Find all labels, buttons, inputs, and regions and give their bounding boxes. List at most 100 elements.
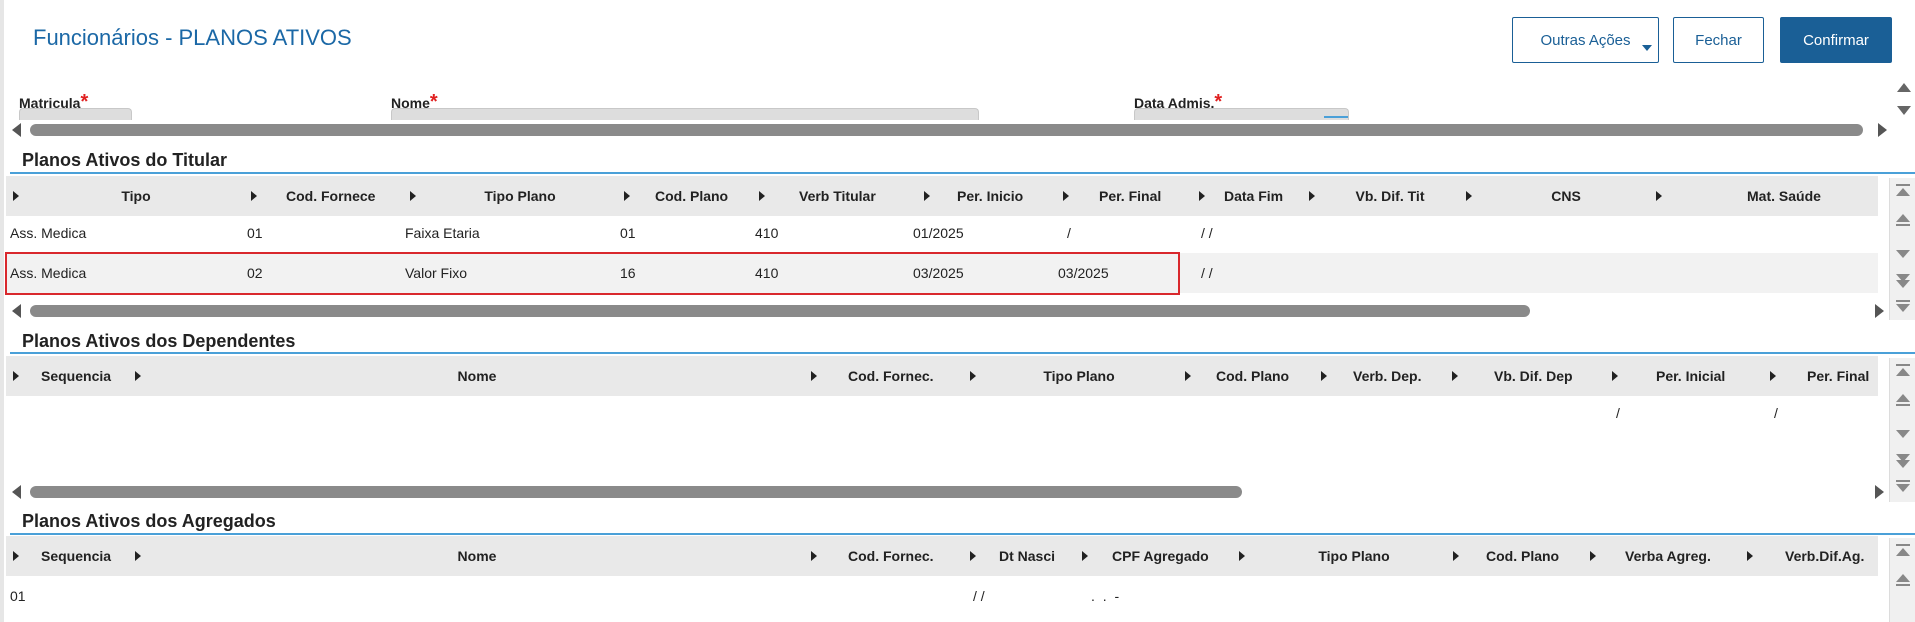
col-vb-dif-dep[interactable]: Vb. Dif. Dep bbox=[1494, 356, 1573, 396]
scroll-left-icon[interactable] bbox=[12, 485, 21, 499]
scroll-up-icon[interactable] bbox=[1897, 83, 1911, 92]
col-cod-fornec[interactable]: Cod. Fornec. bbox=[848, 356, 934, 396]
agregados-vscrollbar[interactable] bbox=[1889, 538, 1915, 622]
cell-per-final: / bbox=[1774, 405, 1778, 421]
scroll-bottom-icon[interactable] bbox=[1890, 296, 1915, 320]
scroll-up-icon[interactable] bbox=[1890, 386, 1915, 410]
col-tipo-plano[interactable]: Tipo Plano bbox=[484, 176, 555, 216]
confirm-button[interactable]: Confirmar bbox=[1780, 17, 1892, 63]
col-cns[interactable]: CNS bbox=[1551, 176, 1581, 216]
titular-hscrollbar[interactable] bbox=[30, 304, 1875, 318]
scroll-left-icon[interactable] bbox=[12, 304, 21, 318]
form-hscroll-thumb[interactable] bbox=[30, 124, 1863, 136]
cell-dt-nasci: / / bbox=[973, 588, 985, 604]
column-sort-icon[interactable] bbox=[251, 191, 257, 201]
column-sort-icon[interactable] bbox=[811, 551, 817, 561]
column-sort-icon[interactable] bbox=[1063, 191, 1069, 201]
column-sort-icon[interactable] bbox=[135, 551, 141, 561]
dependentes-vscrollbar[interactable] bbox=[1889, 358, 1915, 502]
col-vb-dif-tit[interactable]: Vb. Dif. Tit bbox=[1356, 176, 1425, 216]
close-button[interactable]: Fechar bbox=[1673, 17, 1764, 63]
column-sort-icon[interactable] bbox=[1082, 551, 1088, 561]
column-sort-icon[interactable] bbox=[1453, 551, 1459, 561]
column-sort-icon[interactable] bbox=[1199, 191, 1205, 201]
col-verb-titular[interactable]: Verb Titular bbox=[799, 176, 876, 216]
table-row[interactable]: / / bbox=[6, 393, 1878, 433]
col-cod-plano[interactable]: Cod. Plano bbox=[1216, 356, 1289, 396]
col-cod-plano[interactable]: Cod. Plano bbox=[1486, 536, 1559, 576]
dependentes-hscrollbar[interactable] bbox=[30, 485, 1875, 499]
scroll-bottom-icon[interactable] bbox=[1890, 450, 1915, 474]
col-tipo[interactable]: Tipo bbox=[121, 176, 150, 216]
col-cod-plano[interactable]: Cod. Plano bbox=[655, 176, 728, 216]
col-tipo-plano[interactable]: Tipo Plano bbox=[1043, 356, 1114, 396]
column-sort-icon[interactable] bbox=[1309, 191, 1315, 201]
col-cpf-agregado[interactable]: CPF Agregado bbox=[1112, 536, 1209, 576]
data-admis-field[interactable] bbox=[1134, 108, 1349, 120]
column-sort-icon[interactable] bbox=[1656, 191, 1662, 201]
scroll-top-icon[interactable] bbox=[1890, 538, 1915, 562]
column-sort-icon[interactable] bbox=[1612, 371, 1618, 381]
col-per-final[interactable]: Per. Final bbox=[1099, 176, 1161, 216]
column-sort-icon[interactable] bbox=[13, 551, 19, 561]
scroll-down-icon[interactable] bbox=[1890, 242, 1915, 266]
scroll-right-icon[interactable] bbox=[1875, 485, 1884, 499]
scroll-top-icon[interactable] bbox=[1890, 358, 1915, 382]
column-sort-icon[interactable] bbox=[759, 191, 765, 201]
column-sort-icon[interactable] bbox=[1239, 551, 1245, 561]
col-per-inicial[interactable]: Per. Inicial bbox=[1656, 356, 1725, 396]
scroll-up-icon[interactable] bbox=[1890, 566, 1915, 590]
titular-hscroll-thumb[interactable] bbox=[30, 305, 1530, 317]
table-row[interactable]: Ass. Medica 01 Faixa Etaria 01 410 01/20… bbox=[6, 213, 1878, 253]
column-sort-icon[interactable] bbox=[410, 191, 416, 201]
column-sort-icon[interactable] bbox=[13, 371, 19, 381]
column-sort-icon[interactable] bbox=[924, 191, 930, 201]
col-sequencia[interactable]: Sequencia bbox=[41, 356, 111, 396]
column-sort-icon[interactable] bbox=[135, 371, 141, 381]
scroll-down-icon[interactable] bbox=[1897, 106, 1911, 115]
col-verba-agreg[interactable]: Verba Agreg. bbox=[1625, 536, 1711, 576]
scroll-bottom-icon[interactable] bbox=[1890, 476, 1915, 500]
col-per-inicio[interactable]: Per. Inicio bbox=[957, 176, 1023, 216]
col-verb-dep[interactable]: Verb. Dep. bbox=[1353, 356, 1421, 396]
column-sort-icon[interactable] bbox=[811, 371, 817, 381]
column-sort-icon[interactable] bbox=[1590, 551, 1596, 561]
nome-field[interactable] bbox=[391, 108, 979, 120]
scroll-up-icon[interactable] bbox=[1890, 206, 1915, 230]
column-sort-icon[interactable] bbox=[1770, 371, 1776, 381]
col-data-fim[interactable]: Data Fim bbox=[1224, 176, 1283, 216]
col-nome[interactable]: Nome bbox=[458, 536, 497, 576]
column-sort-icon[interactable] bbox=[1185, 371, 1191, 381]
form-hscrollbar[interactable] bbox=[30, 123, 1865, 137]
column-sort-icon[interactable] bbox=[1747, 551, 1753, 561]
column-sort-icon[interactable] bbox=[13, 191, 19, 201]
column-sort-icon[interactable] bbox=[1452, 371, 1458, 381]
titular-vscrollbar[interactable] bbox=[1889, 178, 1915, 320]
column-sort-icon[interactable] bbox=[1321, 371, 1327, 381]
col-mat-saude[interactable]: Mat. Saúde bbox=[1747, 176, 1821, 216]
col-dt-nasci[interactable]: Dt Nasci bbox=[999, 536, 1055, 576]
col-nome[interactable]: Nome bbox=[458, 356, 497, 396]
column-sort-icon[interactable] bbox=[970, 551, 976, 561]
dependentes-hscroll-thumb[interactable] bbox=[30, 486, 1242, 498]
scroll-left-icon[interactable] bbox=[12, 123, 21, 137]
scroll-bottom-icon[interactable] bbox=[1890, 270, 1915, 294]
scroll-right-icon[interactable] bbox=[1878, 123, 1887, 137]
col-sequencia[interactable]: Sequencia bbox=[41, 536, 111, 576]
col-tipo-plano[interactable]: Tipo Plano bbox=[1318, 536, 1389, 576]
scroll-down-icon[interactable] bbox=[1890, 422, 1915, 446]
other-actions-button[interactable]: Outras Ações bbox=[1512, 17, 1659, 63]
col-per-final[interactable]: Per. Final bbox=[1807, 356, 1869, 396]
column-sort-icon[interactable] bbox=[1466, 191, 1472, 201]
column-sort-icon[interactable] bbox=[970, 371, 976, 381]
column-sort-icon[interactable] bbox=[624, 191, 630, 201]
col-cod-fornece[interactable]: Cod. Fornece bbox=[286, 176, 375, 216]
scroll-right-icon[interactable] bbox=[1875, 304, 1884, 318]
agregados-divider bbox=[10, 533, 1915, 535]
scroll-top-icon[interactable] bbox=[1890, 178, 1915, 202]
col-cod-fornec[interactable]: Cod. Fornec. bbox=[848, 536, 934, 576]
table-row[interactable]: 01 / / . . - bbox=[6, 576, 1878, 616]
col-verb-dif-ag[interactable]: Verb.Dif.Ag. bbox=[1785, 536, 1864, 576]
cell-tipo-plano: Faixa Etaria bbox=[405, 225, 480, 241]
matricula-field[interactable] bbox=[19, 108, 132, 120]
